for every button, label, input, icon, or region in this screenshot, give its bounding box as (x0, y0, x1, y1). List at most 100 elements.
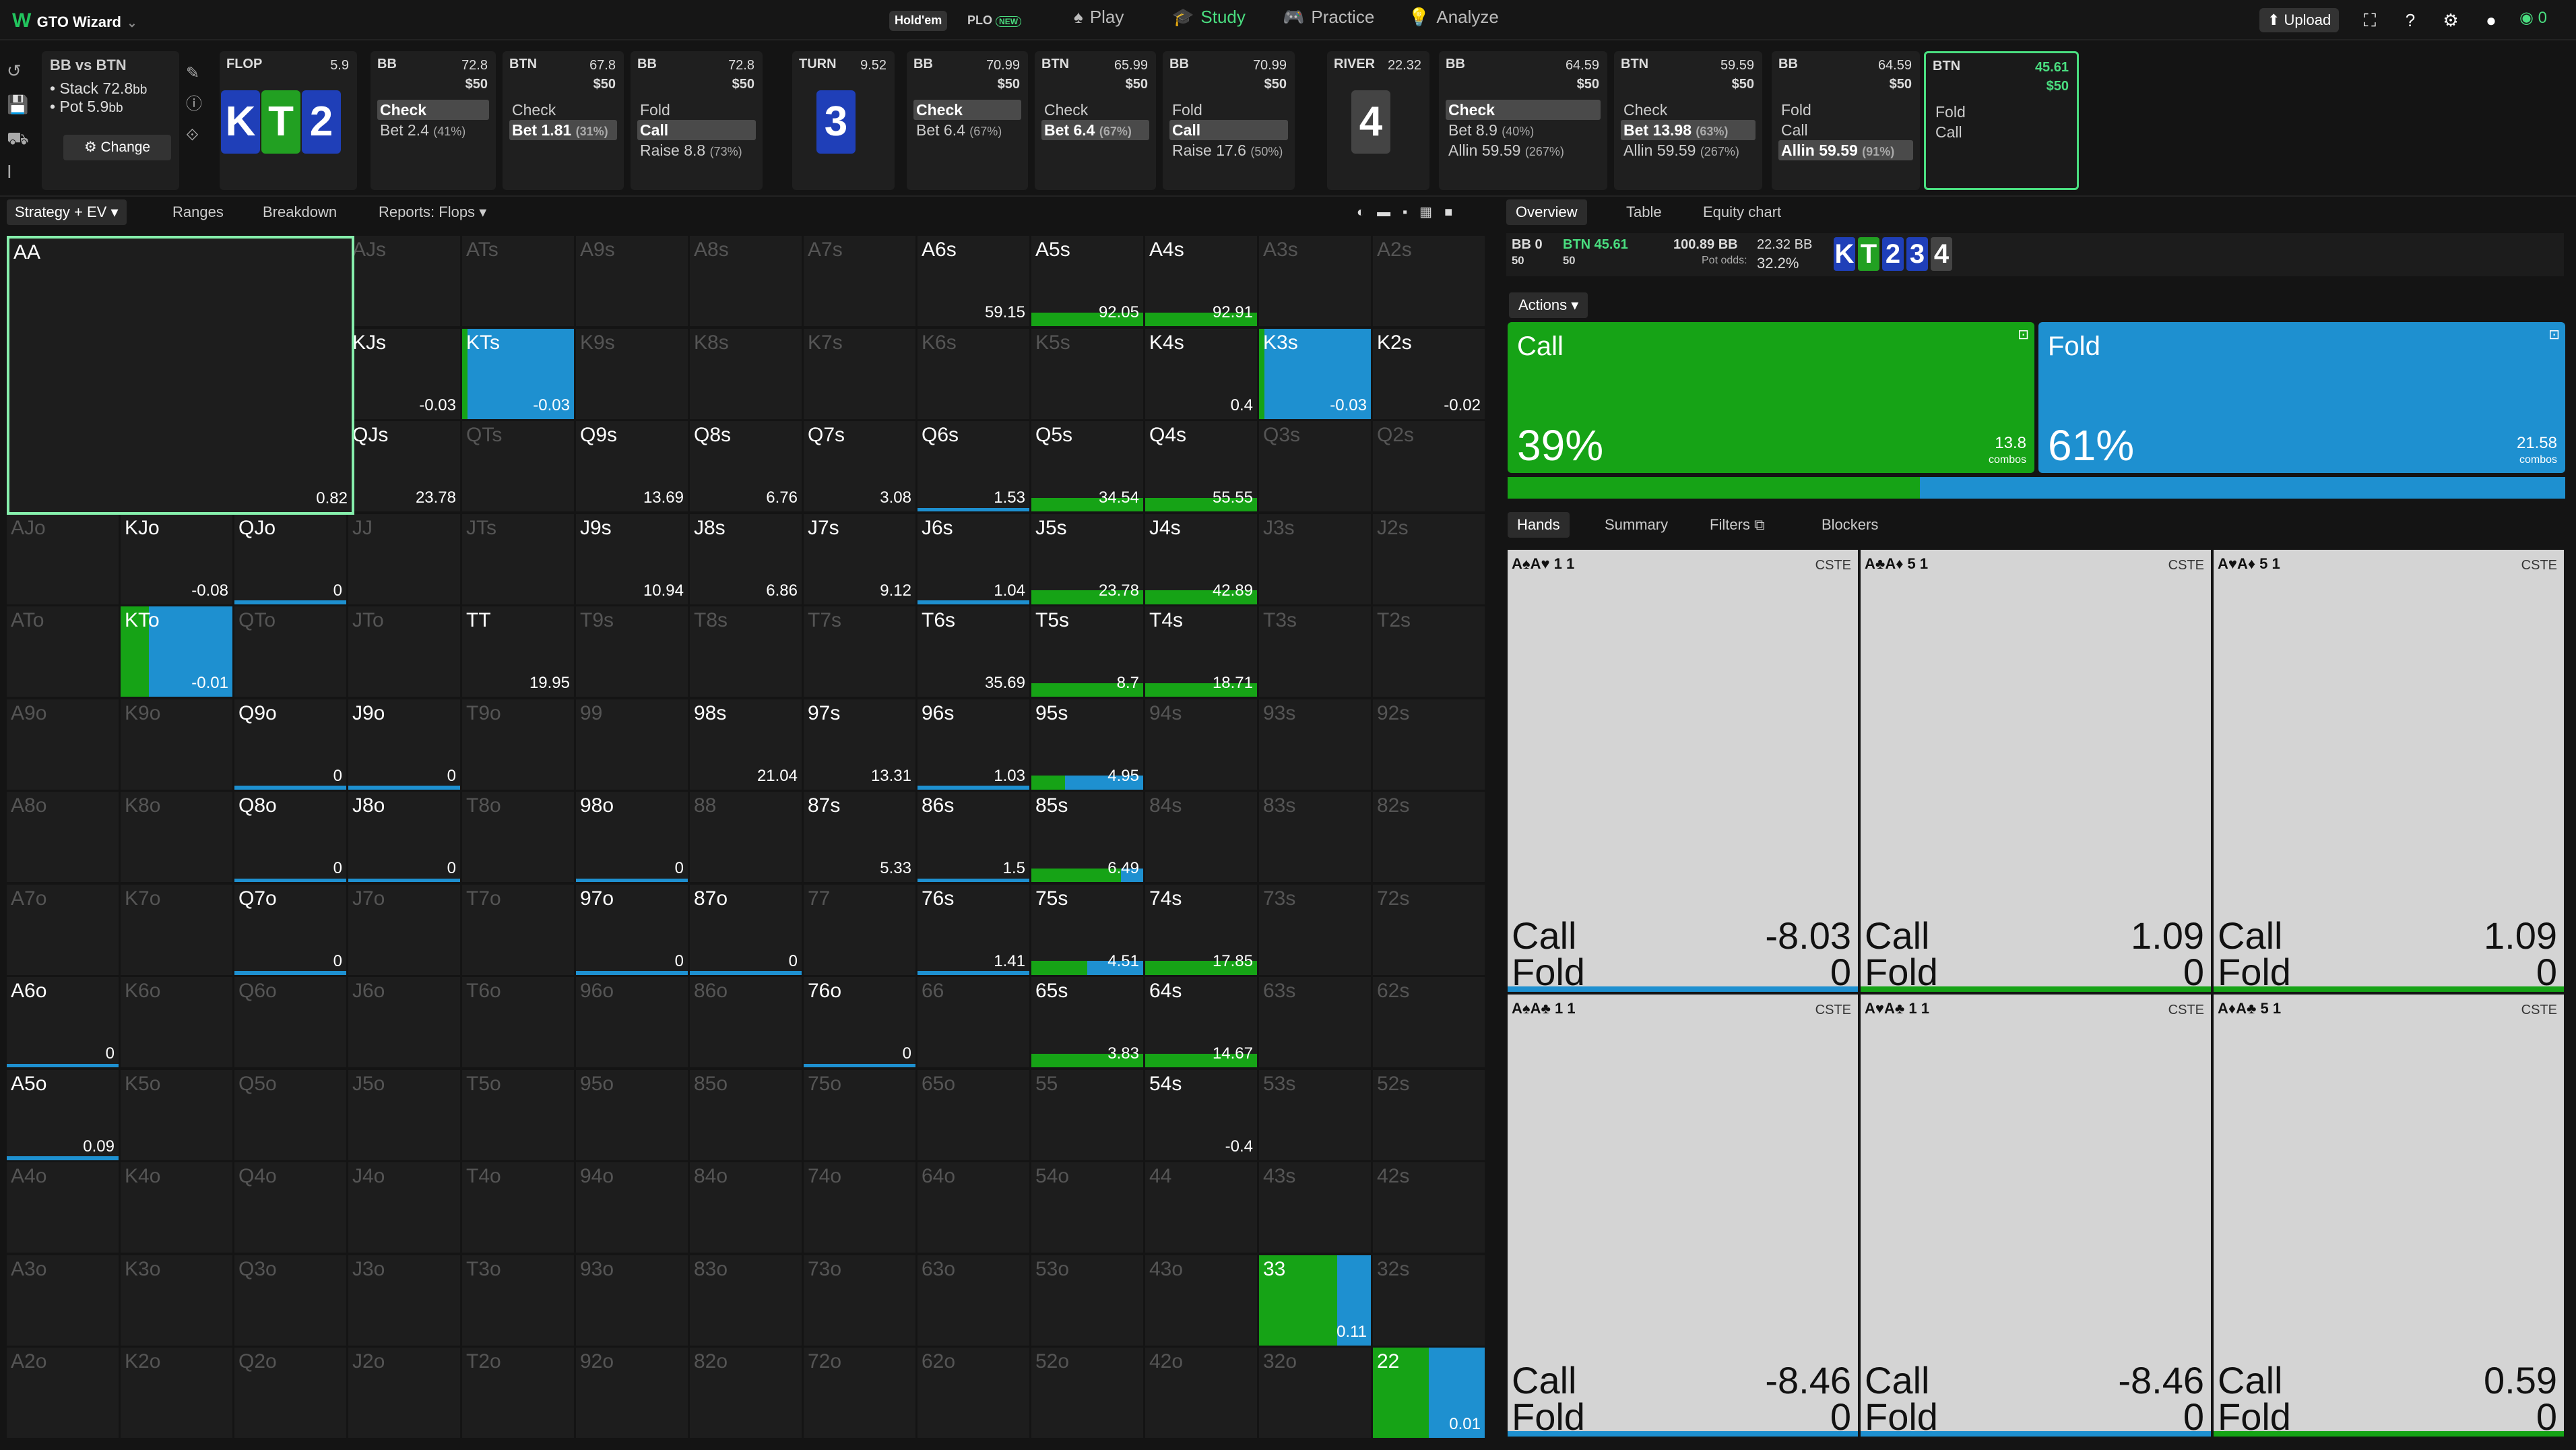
matrix-cell[interactable]: 73s (1259, 884, 1372, 976)
matrix-cell[interactable]: 72o (804, 1348, 917, 1439)
matrix-cell[interactable]: Q6s 1.53 (917, 421, 1031, 513)
matrix-cell[interactable]: Q5s 34.54 (1031, 421, 1145, 513)
matrix-cell[interactable]: K3s -0.03 (1259, 328, 1372, 420)
matrix-cell[interactable]: 64s 14.67 (1145, 977, 1258, 1069)
matrix-cell[interactable]: T2s (1373, 606, 1486, 698)
node-action[interactable]: Check (509, 100, 617, 120)
matrix-cell[interactable]: J7s 9.12 (804, 513, 917, 606)
matrix-cell[interactable]: K2s -0.02 (1373, 328, 1486, 420)
fold-action-box[interactable]: Fold 61% 21.58 combos ⊡ (2038, 322, 2565, 473)
node-action[interactable]: Bet 2.4 (41%) (377, 120, 489, 140)
info-icon[interactable]: ⓘ (186, 89, 202, 120)
matrix-cell[interactable]: T8o (462, 792, 575, 883)
street-node[interactable]: BB 70.99 $50 Check Bet 6.4 (67%) (907, 51, 1028, 190)
node-action[interactable]: Fold (637, 100, 756, 120)
matrix-cell[interactable]: T5o (462, 1069, 575, 1162)
matrix-cell[interactable]: JJ (348, 513, 461, 606)
matrix-cell[interactable]: 83s (1259, 792, 1372, 883)
matrix-cell[interactable]: 99 (576, 699, 689, 791)
matrix-cell[interactable]: Q9o 0 (234, 699, 348, 791)
street-node[interactable]: BB 70.99 $50 Fold Call Raise 17.6 (50%) (1163, 51, 1295, 190)
matrix-cell[interactable]: T9s (576, 606, 689, 698)
hand-combo-card[interactable]: A♠A♣ 1 1 CSTE Call -8.46 Fold 0 (1508, 995, 1858, 1438)
matrix-cell[interactable]: 22 0.01 (1373, 1348, 1486, 1439)
tab-breakdown[interactable]: Breakdown (263, 203, 337, 221)
street-node[interactable]: TURN 9.52 3 (792, 51, 895, 190)
matrix-cell[interactable]: 95s 4.95 (1031, 699, 1145, 791)
settings-icon[interactable]: ⚙ (2439, 8, 2463, 32)
matrix-cell[interactable]: A2s (1373, 236, 1486, 327)
matrix-cell[interactable]: J5o (348, 1069, 461, 1162)
matrix-cell[interactable]: Q4s 55.55 (1145, 421, 1258, 513)
tab-strategy-ev[interactable]: Strategy + EV ▾ (7, 199, 127, 225)
app-logo[interactable]: W GTO Wizard ⌄ (12, 9, 137, 32)
matrix-cell[interactable]: A6o 0 (7, 977, 120, 1069)
matrix-cell[interactable]: T7o (462, 884, 575, 976)
holdem-toggle[interactable]: Hold'em (889, 11, 948, 31)
matrix-cell[interactable]: KTo -0.01 (121, 606, 234, 698)
nav-practice[interactable]: 🎮 Practice (1283, 7, 1374, 28)
matrix-cell[interactable]: A4s 92.91 (1145, 236, 1258, 327)
tab-hands[interactable]: Hands (1508, 512, 1570, 538)
matrix-cell[interactable]: Q3s (1259, 421, 1372, 513)
matrix-cell[interactable]: 63o (917, 1255, 1031, 1347)
matrix-cell[interactable]: 98s 21.04 (690, 699, 803, 791)
matrix-cell[interactable]: 53s (1259, 1069, 1372, 1162)
hand-combo-card[interactable]: A♠A♥ 1 1 CSTE Call -8.03 Fold 0 (1508, 550, 1858, 993)
matrix-cell[interactable]: 44 (1145, 1162, 1258, 1254)
matrix-cell[interactable]: 63s (1259, 977, 1372, 1069)
node-action[interactable]: Check (1446, 100, 1601, 120)
matrix-cell[interactable]: T9o (462, 699, 575, 791)
matrix-cell[interactable]: 77 (804, 884, 917, 976)
matrix-cell[interactable]: Q3o (234, 1255, 348, 1347)
matrix-cell[interactable]: 62s (1373, 977, 1486, 1069)
node-action[interactable]: Allin 59.59 (91%) (1778, 140, 1913, 160)
matrix-cell[interactable]: 93o (576, 1255, 689, 1347)
matrix-cell[interactable]: J6s 1.04 (917, 513, 1031, 606)
tab-blockers[interactable]: Blockers (1822, 516, 1878, 534)
matrix-cell[interactable]: Q8s 6.76 (690, 421, 803, 513)
matrix-cell[interactable]: Q4o (234, 1162, 348, 1254)
matrix-cell[interactable]: K6o (121, 977, 234, 1069)
node-action[interactable]: Call (1933, 122, 2070, 142)
matrix-cell[interactable]: Q2o (234, 1348, 348, 1439)
matrix-cell[interactable]: T4o (462, 1162, 575, 1254)
plo-toggle[interactable]: PLO NEW (962, 11, 1027, 31)
matrix-cell[interactable]: 54s -0.4 (1145, 1069, 1258, 1162)
matrix-cell[interactable]: K7o (121, 884, 234, 976)
matrix-cell[interactable]: Q7o 0 (234, 884, 348, 976)
hand-combo-card[interactable]: A♣A♦ 5 1 CSTE Call 1.09 Fold 0 (1861, 550, 2211, 993)
matrix-cell[interactable]: K8o (121, 792, 234, 883)
matrix-cell[interactable]: 52s (1373, 1069, 1486, 1162)
matrix-cell[interactable]: QJo 0 (234, 513, 348, 606)
matrix-cell[interactable]: T3o (462, 1255, 575, 1347)
matrix-cell[interactable]: A9s (576, 236, 689, 327)
matrix-cell[interactable]: J2o (348, 1348, 461, 1439)
matrix-cell[interactable]: 94o (576, 1162, 689, 1254)
text-icon[interactable]: Ⅰ (7, 155, 29, 189)
matrix-cell[interactable]: 52o (1031, 1348, 1145, 1439)
matrix-cell[interactable]: Q5o (234, 1069, 348, 1162)
matrix-cell[interactable]: AA 0.82 (7, 236, 354, 515)
tab-summary[interactable]: Summary (1605, 516, 1668, 534)
street-node[interactable]: BB 72.8 $50 Fold Call Raise 8.8 (73%) (631, 51, 763, 190)
matrix-cell[interactable]: 86s 1.5 (917, 792, 1031, 883)
matrix-cell[interactable]: 88 (690, 792, 803, 883)
matrix-cell[interactable]: T3s (1259, 606, 1372, 698)
matrix-cell[interactable]: K9o (121, 699, 234, 791)
matrix-cell[interactable]: Q2s (1373, 421, 1486, 513)
matrix-cell[interactable]: 92o (576, 1348, 689, 1439)
matrix-cell[interactable]: 96s 1.03 (917, 699, 1031, 791)
edit-icon[interactable]: ✎ (186, 58, 202, 89)
matrix-cell[interactable]: 93s (1259, 699, 1372, 791)
node-action[interactable]: Bet 6.4 (67%) (1041, 120, 1149, 140)
matrix-cell[interactable]: K7s (804, 328, 917, 420)
matrix-cell[interactable]: 96o (576, 977, 689, 1069)
actions-dropdown[interactable]: Actions ▾ (1509, 292, 1588, 318)
tab-ranges[interactable]: Ranges (172, 203, 224, 221)
matrix-cell[interactable]: Q7s 3.08 (804, 421, 917, 513)
reset-icon[interactable]: ↺ (7, 54, 29, 88)
matrix-cell[interactable]: J4o (348, 1162, 461, 1254)
matrix-cell[interactable]: K3o (121, 1255, 234, 1347)
matrix-cell[interactable]: J3o (348, 1255, 461, 1347)
